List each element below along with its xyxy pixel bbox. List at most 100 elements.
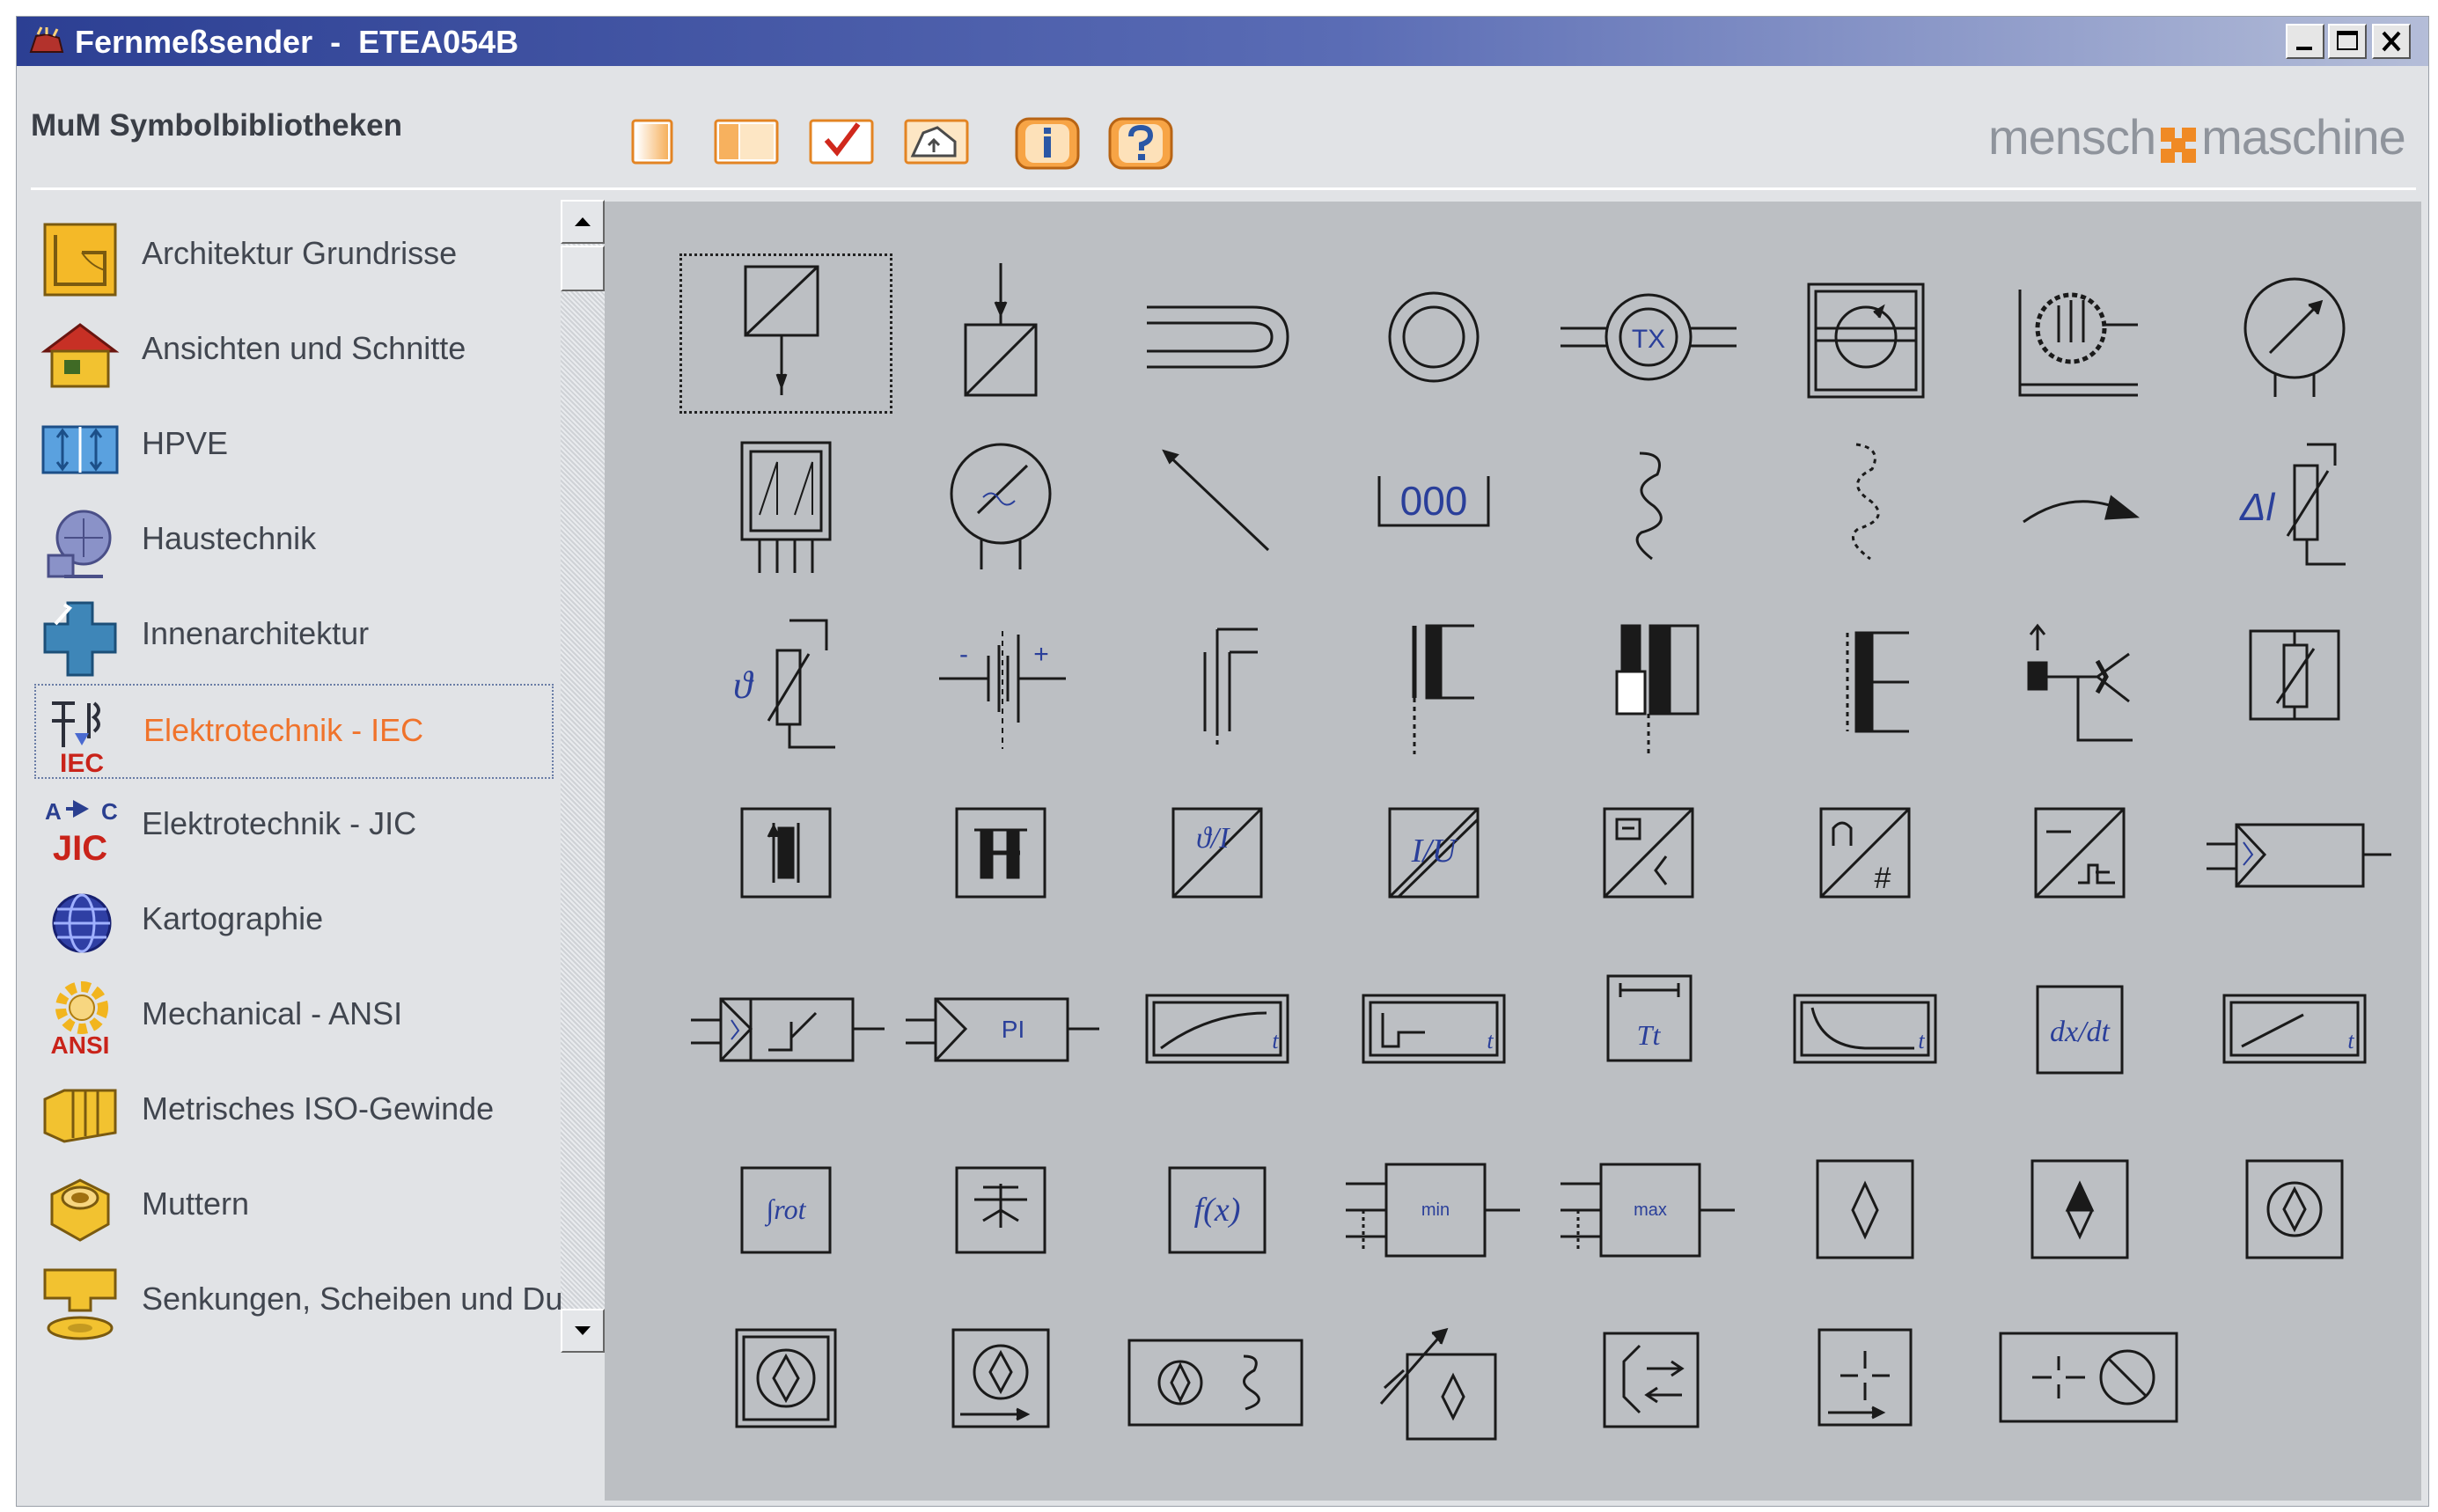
t-text: t bbox=[2347, 1028, 2354, 1053]
brand-logo: mensch maschine bbox=[1988, 108, 2420, 172]
close-button[interactable] bbox=[2372, 24, 2411, 59]
brand-cross-icon bbox=[2161, 128, 2197, 163]
h-contact-symbol[interactable] bbox=[895, 774, 1106, 932]
double-frame-circle-symbol[interactable] bbox=[680, 1298, 892, 1457]
dashed-wave-symbol[interactable] bbox=[1759, 427, 1971, 585]
library-item-label: Senkungen, Scheiben und Du bbox=[142, 1281, 563, 1317]
library-item-senkungen-scheiben[interactable]: Senkungen, Scheiben und Du bbox=[34, 1254, 562, 1349]
step-function-symbol[interactable]: t bbox=[1328, 950, 1539, 1108]
maximum-selector-symbol[interactable]: max bbox=[1543, 1122, 1754, 1281]
loop-antenna-symbol[interactable] bbox=[1112, 254, 1323, 413]
maximize-button[interactable] bbox=[2328, 24, 2367, 59]
library-item-muttern[interactable]: Muttern bbox=[34, 1159, 554, 1254]
library-item-label: Mechanical - ANSI bbox=[142, 995, 403, 1031]
switch-contact-symbol[interactable] bbox=[1759, 599, 1971, 758]
amplifier-symbol[interactable] bbox=[2189, 774, 2400, 932]
converter-symbol[interactable] bbox=[679, 253, 892, 414]
scroll-down-button[interactable] bbox=[561, 1309, 605, 1353]
library-item-elektrotechnik-iec[interactable]: IEC Elektrotechnik - IEC bbox=[34, 684, 554, 779]
help-button[interactable] bbox=[1106, 115, 1177, 170]
rotating-sensor-symbol[interactable] bbox=[1759, 254, 1971, 413]
radiation-sensor-symbol[interactable] bbox=[1974, 254, 2185, 413]
circle-arrow-symbol[interactable] bbox=[895, 1298, 1106, 1457]
counter-display-symbol[interactable]: 000 bbox=[1328, 427, 1539, 585]
filled-diamond-box-symbol[interactable] bbox=[1974, 1122, 2185, 1281]
meter-symbol[interactable] bbox=[895, 427, 1106, 585]
pulse-converter-symbol[interactable] bbox=[1974, 774, 2185, 932]
interior-design-icon bbox=[43, 601, 117, 677]
measuring-instrument-symbol[interactable] bbox=[2189, 254, 2400, 413]
fuse-box-symbol[interactable] bbox=[2189, 599, 2400, 758]
apply-button[interactable] bbox=[807, 115, 878, 168]
single-page-button[interactable] bbox=[629, 115, 679, 168]
library-item-haustechnik[interactable]: Haustechnik bbox=[34, 494, 554, 589]
crosshair-symbol[interactable] bbox=[1759, 1298, 1971, 1457]
temp-current-converter-symbol[interactable]: ϑ/I bbox=[1112, 774, 1323, 932]
linear-ramp-symbol[interactable]: t bbox=[2189, 950, 2400, 1108]
title-bar[interactable]: Fernmeßsender - ETEA054B bbox=[17, 17, 2428, 66]
library-item-mechanical-ansi[interactable]: ANSI Mechanical - ANSI bbox=[34, 969, 554, 1064]
minimum-selector-symbol[interactable]: min bbox=[1328, 1122, 1539, 1281]
library-item-ansichten-und-schnitte[interactable]: Ansichten und Schnitte bbox=[34, 304, 554, 399]
step-response-symbol[interactable] bbox=[680, 950, 892, 1108]
adjustable-diamond-symbol[interactable] bbox=[1328, 1298, 1539, 1457]
comparator-symbol[interactable] bbox=[895, 1122, 1106, 1281]
minus-text: - bbox=[959, 640, 968, 669]
timer-symbol[interactable]: Tt bbox=[1543, 950, 1754, 1108]
pi-controller-symbol[interactable]: PI bbox=[895, 950, 1106, 1108]
transmitter-tx-symbol[interactable]: TX bbox=[1543, 254, 1754, 413]
library-item-elektrotechnik-jic[interactable]: A C JIC Elektrotechnik - JIC bbox=[34, 779, 554, 874]
contact-symbol[interactable] bbox=[1112, 599, 1323, 758]
minimize-icon bbox=[2296, 47, 2312, 50]
arrow-down-icon bbox=[575, 1326, 591, 1335]
vertical-contact-symbol[interactable] bbox=[680, 774, 892, 932]
transistor-symbol[interactable] bbox=[1974, 599, 2185, 758]
library-item-architektur-grundrisse[interactable]: Architektur Grundrisse bbox=[34, 209, 554, 304]
delta-resistor-symbol[interactable]: Δl bbox=[2189, 427, 2400, 585]
circle-diamond-symbol[interactable] bbox=[2189, 1122, 2400, 1281]
battery-symbol[interactable]: - + bbox=[895, 599, 1106, 758]
arrow-line-symbol[interactable] bbox=[1112, 427, 1323, 585]
current-voltage-converter-symbol[interactable]: I/U bbox=[1328, 774, 1539, 932]
pi-text: PI bbox=[1002, 1016, 1024, 1043]
temperature-resistor-symbol[interactable]: ϑ bbox=[680, 599, 892, 758]
minimize-button[interactable] bbox=[2286, 24, 2324, 59]
signal-converter-symbol[interactable] bbox=[1543, 774, 1754, 932]
scroll-up-button[interactable] bbox=[561, 200, 605, 244]
capacitor-contact-symbol[interactable] bbox=[1328, 599, 1539, 758]
min-text: min bbox=[1421, 1200, 1450, 1220]
ramp-response-symbol[interactable]: t bbox=[1112, 950, 1323, 1108]
brand-text-maschine: maschine bbox=[2201, 109, 2406, 165]
folder-up-button[interactable] bbox=[902, 115, 973, 168]
scroll-thumb[interactable] bbox=[561, 246, 605, 291]
diamond-box-symbol[interactable] bbox=[1759, 1122, 1971, 1281]
nut-icon bbox=[50, 1178, 110, 1242]
differentiator-symbol[interactable]: dx/dt bbox=[1974, 950, 2185, 1108]
library-item-hpve[interactable]: HPVE bbox=[34, 399, 554, 494]
library-item-metrisches-iso-gewinde[interactable]: Metrisches ISO-Gewinde bbox=[34, 1064, 554, 1159]
info-button[interactable] bbox=[1013, 115, 1083, 170]
jic-icon-text: JIC bbox=[53, 829, 107, 868]
function-fx-symbol[interactable]: f(x) bbox=[1112, 1122, 1323, 1281]
analog-digital-converter-symbol[interactable]: # bbox=[1759, 774, 1971, 932]
bracket-arrow-symbol[interactable] bbox=[1543, 1298, 1754, 1457]
ring-symbol[interactable] bbox=[1328, 254, 1539, 413]
hall-sensor-symbol[interactable] bbox=[680, 427, 892, 585]
double-page-button[interactable] bbox=[712, 115, 782, 168]
electrode-symbol[interactable] bbox=[1543, 599, 1754, 758]
library-item-kartographie[interactable]: Kartographie bbox=[34, 874, 554, 969]
integrator-symbol[interactable]: ∫rot bbox=[680, 1122, 892, 1281]
resistor-wave-symbol[interactable] bbox=[1543, 427, 1754, 585]
theta-text: ϑ bbox=[733, 664, 754, 707]
decay-function-symbol[interactable]: t bbox=[1759, 950, 1971, 1108]
ansi-icon-text: ANSI bbox=[51, 1031, 110, 1059]
circle-wave-symbol[interactable] bbox=[1112, 1298, 1323, 1457]
converter-arrow-symbol[interactable] bbox=[895, 254, 1106, 413]
application-window: Fernmeßsender - ETEA054B MuM Symbolbibli… bbox=[16, 16, 2429, 1507]
library-item-innenarchitektur[interactable]: Innenarchitektur bbox=[34, 589, 554, 684]
theta-i-text: ϑ/I bbox=[1196, 822, 1230, 855]
curve-arrow-symbol[interactable] bbox=[1974, 427, 2185, 585]
crosshair-circle-symbol[interactable] bbox=[1974, 1298, 2212, 1457]
checkmark-icon bbox=[809, 119, 874, 165]
sidebar-scrollbar[interactable] bbox=[561, 200, 605, 1353]
